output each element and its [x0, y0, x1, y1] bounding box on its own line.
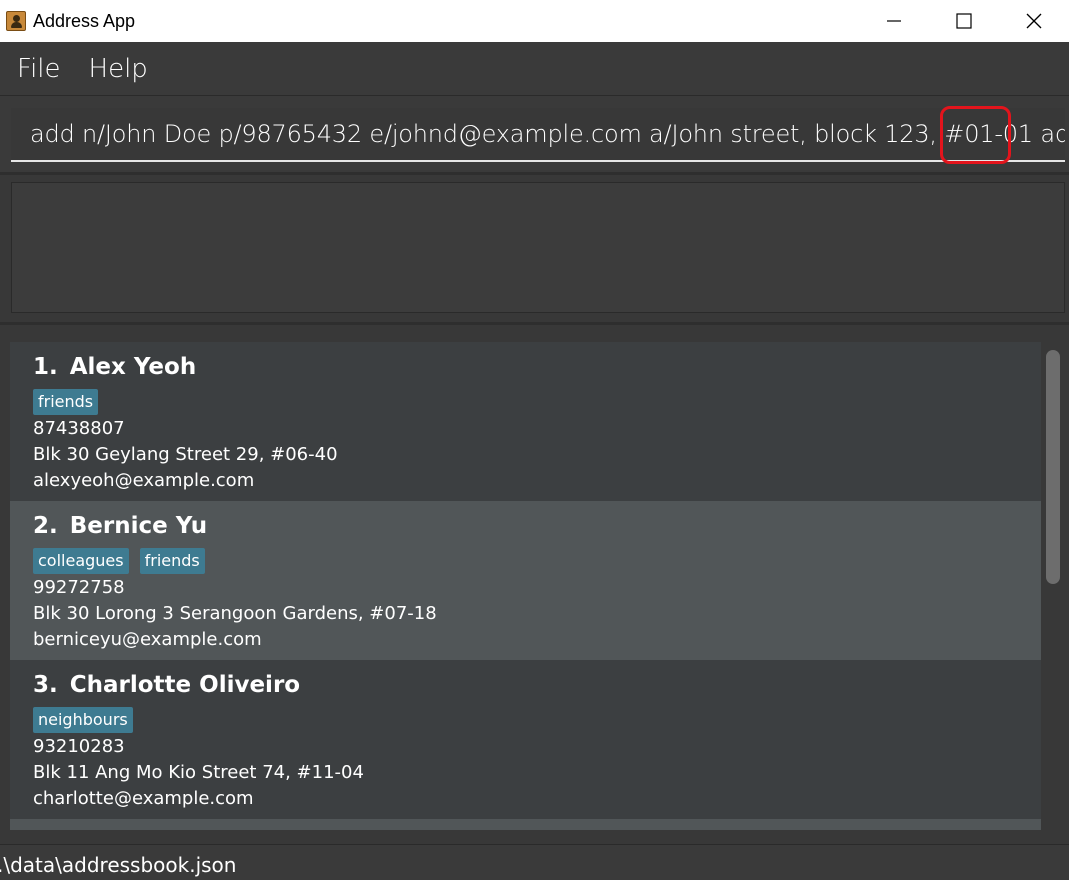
- annotation-highlight: [940, 106, 1011, 164]
- person-card[interactable]: 2. Bernice Yu colleagues friends 9927275…: [10, 501, 1041, 660]
- result-display[interactable]: [11, 182, 1065, 313]
- command-input-field[interactable]: add n/John Doe p/98765432 e/johnd@exampl…: [11, 108, 1065, 162]
- command-pane: add n/John Doe p/98765432 e/johnd@exampl…: [0, 96, 1069, 172]
- person-list-pane: 1. Alex Yeoh friends 87438807 Blk 30 Gey…: [0, 322, 1069, 844]
- divider: [0, 172, 1069, 175]
- tag-list: friends: [33, 389, 1041, 415]
- maximize-button[interactable]: [929, 0, 999, 42]
- tag: friends: [139, 548, 205, 574]
- person-name: Bernice Yu: [69, 513, 208, 539]
- window-controls: [859, 0, 1069, 42]
- app-icon: [6, 11, 26, 31]
- person-name-row: 2. Bernice Yu: [33, 513, 1041, 541]
- person-name: Alex Yeoh: [69, 354, 197, 380]
- person-phone: 99272758: [33, 577, 125, 598]
- person-card[interactable]: 1. Alex Yeoh friends 87438807 Blk 30 Gey…: [10, 342, 1041, 501]
- person-address: Blk 30 Lorong 3 Serangoon Gardens, #07-1…: [33, 603, 437, 624]
- tag-list: colleagues friends: [33, 548, 1041, 574]
- vertical-scrollbar[interactable]: [1043, 347, 1063, 837]
- person-index: 1.: [33, 354, 58, 380]
- person-index: 2.: [33, 513, 58, 539]
- menu-help[interactable]: Help: [75, 54, 162, 84]
- person-email: charlotte@example.com: [33, 788, 254, 809]
- person-email: berniceyu@example.com: [33, 629, 262, 650]
- person-name: Charlotte Oliveiro: [69, 672, 301, 698]
- title-bar: Address App: [0, 0, 1069, 42]
- command-input-text: add n/John Doe p/98765432 e/johnd@exampl…: [30, 120, 1065, 148]
- close-button[interactable]: [999, 0, 1069, 42]
- person-index: 3.: [33, 672, 58, 698]
- status-bar: .\data\addressbook.json: [0, 844, 1069, 880]
- window-title: Address App: [33, 10, 136, 31]
- menu-file[interactable]: File: [0, 54, 75, 84]
- person-phone: 93210283: [33, 736, 125, 757]
- tag-list: neighbours: [33, 707, 1041, 733]
- tag: neighbours: [33, 707, 133, 733]
- person-list[interactable]: 1. Alex Yeoh friends 87438807 Blk 30 Gey…: [10, 342, 1041, 830]
- save-location: .\data\addressbook.json: [0, 853, 237, 877]
- person-address: Blk 30 Geylang Street 29, #06-40: [33, 444, 338, 465]
- menu-bar: File Help: [0, 42, 1069, 96]
- minimize-icon: [887, 20, 901, 22]
- result-display-pane: [0, 172, 1069, 322]
- maximize-icon: [956, 13, 972, 29]
- scrollbar-thumb[interactable]: [1046, 350, 1060, 584]
- person-card-partial[interactable]: [10, 819, 1041, 830]
- person-card[interactable]: 3. Charlotte Oliveiro neighbours 9321028…: [10, 660, 1041, 819]
- person-address: Blk 11 Ang Mo Kio Street 74, #11-04: [33, 762, 364, 783]
- tag: friends: [33, 389, 99, 415]
- close-icon: [1026, 13, 1042, 29]
- person-phone: 87438807: [33, 418, 125, 439]
- minimize-button[interactable]: [859, 0, 929, 42]
- person-name-row: 3. Charlotte Oliveiro: [33, 672, 1041, 700]
- tag: colleagues: [33, 548, 129, 574]
- person-email: alexyeoh@example.com: [33, 470, 255, 491]
- person-name-row: 1. Alex Yeoh: [33, 354, 1041, 382]
